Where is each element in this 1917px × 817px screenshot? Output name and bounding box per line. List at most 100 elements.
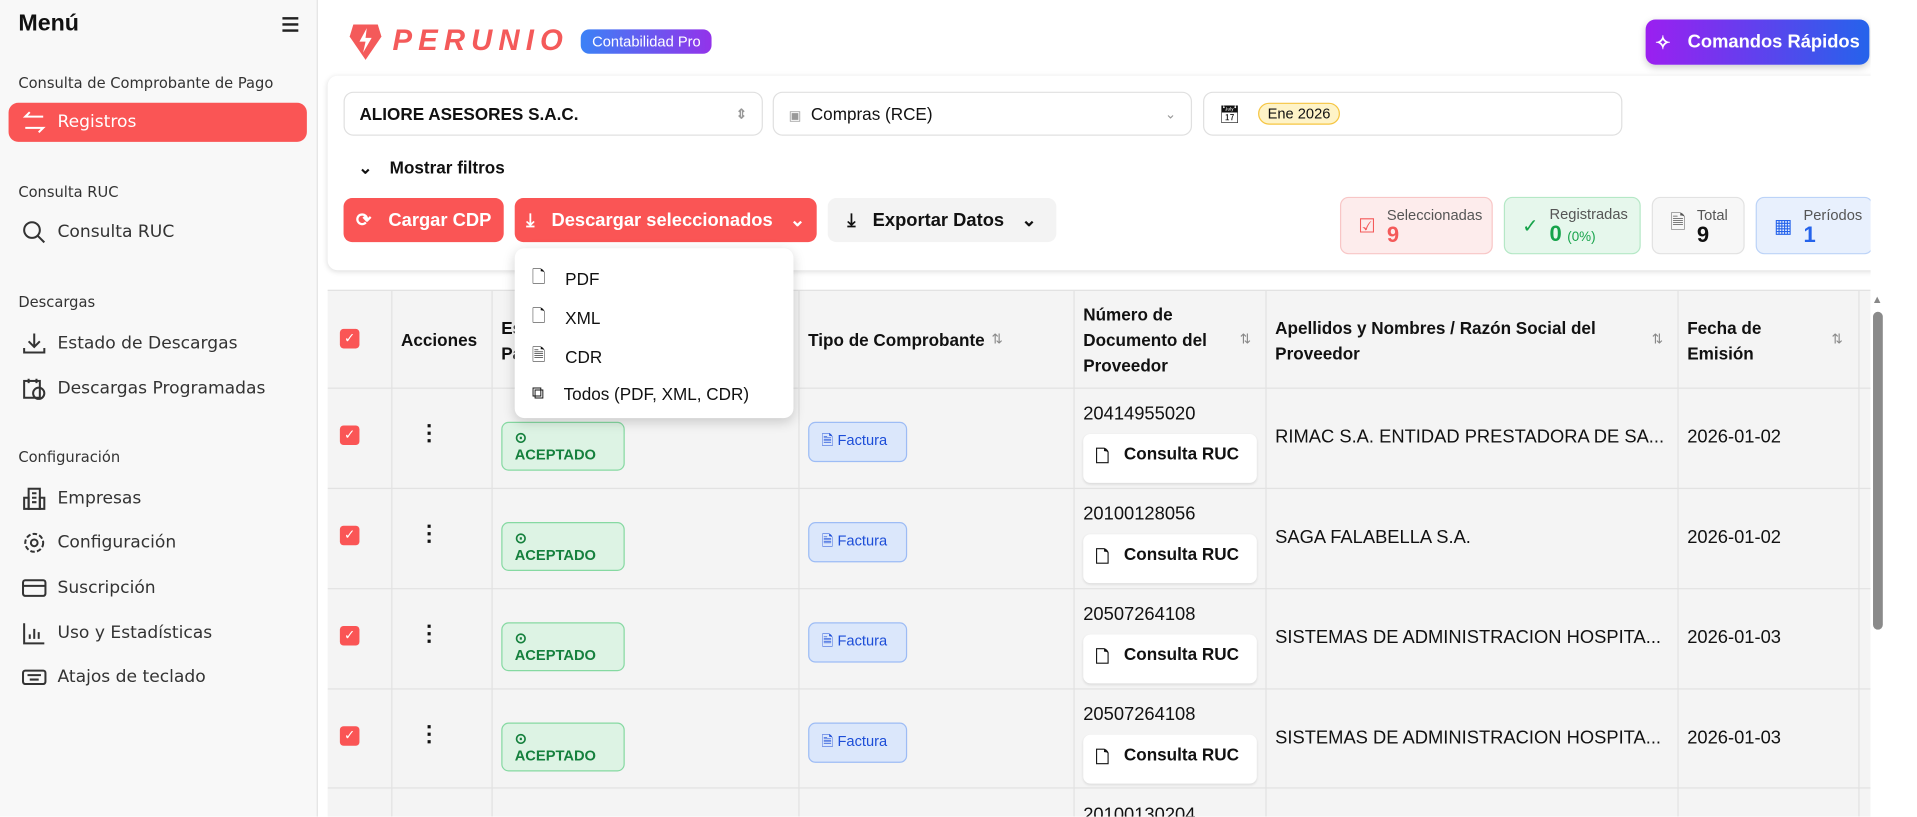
sidebar-item-descargas-programadas[interactable]: Descargas Programadas	[9, 369, 307, 408]
sort-icon[interactable]: ⇅	[1652, 331, 1663, 348]
files-icon: ⧉	[531, 382, 545, 403]
select-all-checkbox[interactable]: ✓	[339, 328, 360, 349]
checkbox-icon: ☑	[1358, 215, 1376, 237]
calendar-clock-icon	[23, 378, 46, 400]
download-icon: ⤓	[847, 209, 856, 231]
provider-name: SISTEMAS DE ADMINISTRACION HOSPITA...	[1275, 627, 1662, 648]
more-actions-icon[interactable]: ⋮	[418, 622, 440, 644]
brand-logo: PERUNIO Contabilidad Pro	[348, 22, 712, 61]
sidebar-item-suscripcion[interactable]: Suscripción	[9, 569, 307, 608]
stat-periods: ▦ Períodos 1	[1755, 196, 1874, 255]
provider-number: 20507264108	[1083, 603, 1196, 625]
header-actions: Acciones	[401, 330, 478, 350]
sidebar-item-configuracion[interactable]: Configuración	[9, 523, 307, 562]
load-cdp-button[interactable]: ⟳ Cargar CDP	[343, 198, 504, 243]
provider-name: RIMAC S.A. ENTIDAD PRESTADORA DE SA...	[1275, 426, 1665, 448]
status-badge: ⊙ ACEPTADO	[501, 622, 625, 672]
header-type[interactable]: Tipo de Comprobante	[808, 328, 985, 354]
credit-card-icon	[22, 579, 47, 597]
issue-date: 2026-01-02	[1687, 426, 1782, 448]
provider-name: SAGA FALABELLA S.A.	[1275, 526, 1471, 548]
download-selected-button[interactable]: ⤓ Descargar seleccionados ⌄	[514, 198, 817, 243]
sort-icon[interactable]: ⇅	[992, 331, 1003, 348]
section-label: Consulta RUC	[18, 183, 119, 201]
scroll-up-arrow[interactable]: ▲	[1872, 293, 1883, 305]
sidebar-item-registros[interactable]: Registros	[8, 102, 307, 142]
consulta-ruc-button[interactable]: 🗋︎ Consulta RUC	[1083, 634, 1257, 684]
file-search-icon: 🗋︎	[1095, 747, 1110, 767]
more-actions-icon[interactable]: ⋮	[418, 723, 440, 745]
company-select[interactable]: ALIORE ASESORES S.A.C. ⇕	[343, 91, 763, 136]
register-select[interactable]: ▣ Compras (RCE) ⌄	[772, 91, 1193, 136]
sidebar-item-estado-descargas[interactable]: Estado de Descargas	[9, 324, 307, 363]
chevron-down-icon: ⌄	[789, 210, 806, 232]
building-icon	[23, 487, 46, 510]
stat-selected: ☑ Seleccionadas 9	[1339, 196, 1493, 255]
provider-number: 20414955020	[1083, 403, 1196, 425]
sort-icon[interactable]: ⇅	[1831, 331, 1842, 348]
plan-badge: Contabilidad Pro	[581, 29, 712, 54]
gear-icon	[24, 532, 45, 553]
status-badge: ⊙ ACEPTADO	[501, 421, 625, 471]
sidebar-item-uso-estadisticas[interactable]: Uso y Estadísticas	[9, 614, 307, 653]
consulta-ruc-button[interactable]: 🗋︎ Consulta RUC	[1083, 534, 1257, 584]
menu-item-pdf[interactable]: 🗋︎ PDF	[532, 264, 600, 293]
header-name[interactable]: Apellidos y Nombres / Razón Social del P…	[1275, 315, 1630, 366]
menu-item-all[interactable]: ⧉ Todos (PDF, XML, CDR)	[532, 383, 749, 404]
file-text-icon: 🗎︎	[531, 344, 546, 365]
type-badge: 🗎︎ Factura	[808, 622, 908, 663]
menu-item-xml[interactable]: 🗋︎ XML	[532, 303, 601, 332]
sidebar-item-atajos[interactable]: Atajos de teclado	[9, 658, 307, 697]
row-checkbox[interactable]: ✓	[339, 525, 360, 546]
header-number[interactable]: Número de Documento del Proveedor	[1083, 302, 1242, 379]
type-badge: 🗎︎ Factura	[808, 722, 908, 763]
row-checkbox[interactable]: ✓	[339, 425, 360, 446]
sidebar-item-consulta-ruc[interactable]: Consulta RUC	[9, 213, 307, 252]
menu-item-cdr[interactable]: 🗎︎ CDR	[532, 342, 602, 371]
chevron-down-icon: ⌄	[1021, 210, 1037, 232]
sidebar: Menú Consulta de Comprobante de Pago Reg…	[0, 0, 318, 817]
file-code-icon: 🗋︎	[531, 305, 546, 326]
keyboard-icon	[22, 669, 47, 686]
header-date[interactable]: Fecha de Emisión	[1687, 315, 1785, 366]
stat-total: 🗎︎ Total 9	[1651, 196, 1745, 255]
row-checkbox[interactable]: ✓	[339, 726, 360, 746]
section-label: Descargas	[18, 293, 96, 311]
export-data-button[interactable]: ⤓ Exportar Datos ⌄	[827, 198, 1057, 243]
issue-date: 2026-01-03	[1687, 627, 1782, 648]
period-picker[interactable]: 📅︎ Ene 2026	[1203, 91, 1623, 136]
type-badge: 🗎︎ Factura	[808, 421, 908, 463]
section-label: Configuración	[18, 448, 121, 466]
refresh-icon: ⟳	[355, 210, 372, 232]
calendar-icon: ▦	[1773, 215, 1793, 237]
chevron-down-icon: ⌄	[1164, 106, 1177, 122]
file-search-icon: 🗋︎	[1095, 446, 1110, 466]
arrows-exchange-icon	[22, 111, 46, 134]
register-icon: ▣	[788, 108, 802, 124]
provider-number: 20100130204	[1083, 804, 1196, 817]
hamburger-icon[interactable]	[282, 17, 299, 35]
section-label: Consulta de Comprobante de Pago	[18, 74, 274, 92]
quick-commands-button[interactable]: ✧ Comandos Rápidos	[1645, 19, 1870, 65]
sort-icon[interactable]: ⇅	[1240, 331, 1251, 348]
consulta-ruc-button[interactable]: 🗋︎ Consulta RUC	[1083, 434, 1257, 483]
more-actions-icon[interactable]: ⋮	[418, 422, 440, 444]
bar-chart-icon	[23, 623, 45, 645]
file-icon: 🗋︎	[531, 266, 546, 287]
status-badge: ⊙ ACEPTADO	[501, 722, 625, 772]
scrollbar-thumb[interactable]	[1873, 311, 1883, 630]
provider-name: SISTEMAS DE ADMINISTRACION HOSPITA...	[1275, 727, 1662, 749]
bolt-shield-icon	[349, 24, 382, 60]
file-search-icon: 🗋︎	[1095, 546, 1110, 567]
provider-number: 20507264108	[1083, 704, 1196, 726]
download-menu: 🗋︎ PDF 🗋︎ XML 🗎︎ CDR ⧉ Todos (PDF, XML, CDR)	[514, 248, 794, 419]
download-icon: ⤓	[526, 209, 535, 231]
sidebar-item-empresas[interactable]: Empresas	[9, 479, 307, 518]
consulta-ruc-button[interactable]: 🗋︎ Consulta RUC	[1083, 734, 1257, 784]
row-checkbox[interactable]: ✓	[339, 625, 360, 646]
check-circle-icon: ✓	[1522, 215, 1539, 237]
status-badge: ⊙ ACEPTADO	[501, 522, 625, 571]
more-actions-icon[interactable]: ⋮	[418, 522, 440, 544]
chevron-down-icon: ⌄	[358, 157, 373, 178]
show-filters-toggle[interactable]: ⌄ Mostrar filtros	[358, 158, 505, 179]
